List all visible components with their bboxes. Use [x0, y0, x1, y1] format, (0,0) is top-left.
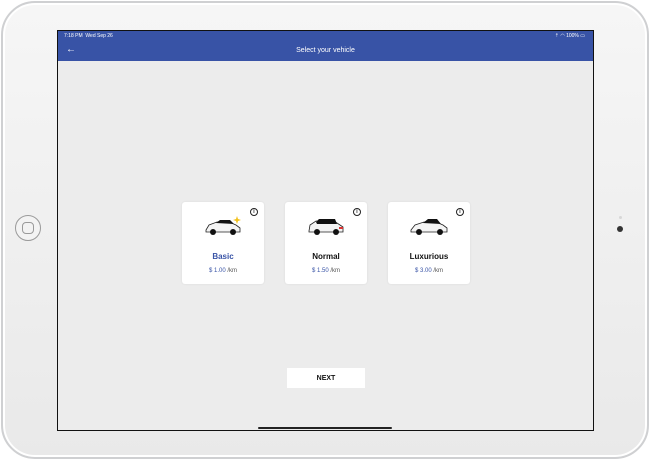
vehicle-card-basic[interactable]: i Basic $ 1.00 /km	[182, 202, 264, 284]
signal-icon: ⇡	[554, 33, 559, 39]
vehicle-card-normal[interactable]: i Normal $ 1.50 /km	[285, 202, 367, 284]
vehicle-price: $ 3.00 /km	[414, 268, 444, 274]
app-bar: ← Select your vehicle	[58, 41, 593, 61]
battery-percent: 100%	[566, 33, 579, 39]
ambient-sensor	[619, 216, 622, 219]
status-time: 7:18 PM Wed Sep 26	[64, 33, 113, 39]
home-indicator[interactable]	[258, 427, 392, 429]
page-title: Select your vehicle	[296, 47, 355, 54]
home-button[interactable]	[15, 215, 41, 241]
vehicle-name: Basic	[212, 252, 234, 261]
app-screen: 7:18 PM Wed Sep 26 ⇡ ◠ 100% ▭ ← Select y…	[57, 30, 594, 431]
info-icon[interactable]: i	[456, 208, 464, 216]
vehicle-price: $ 1.50 /km	[311, 268, 341, 274]
info-icon[interactable]: i	[353, 208, 361, 216]
vehicle-card-luxurious[interactable]: i Luxurious $ 3.00 /km	[388, 202, 470, 284]
car-icon	[410, 219, 448, 235]
car-icon	[308, 219, 344, 235]
car-icon	[205, 216, 241, 235]
battery-icon: ▭	[580, 33, 585, 39]
next-button[interactable]: NEXT	[287, 368, 365, 388]
status-bar: 7:18 PM Wed Sep 26 ⇡ ◠ 100% ▭	[58, 31, 593, 41]
status-right: ⇡ ◠ 100% ▭	[555, 33, 585, 39]
vehicle-price: $ 1.00 /km	[208, 268, 238, 274]
vehicle-name: Luxurious	[409, 252, 449, 261]
front-camera	[617, 226, 623, 232]
vehicle-name: Normal	[312, 252, 340, 261]
info-icon[interactable]: i	[250, 208, 258, 216]
wifi-icon: ◠	[560, 33, 565, 39]
